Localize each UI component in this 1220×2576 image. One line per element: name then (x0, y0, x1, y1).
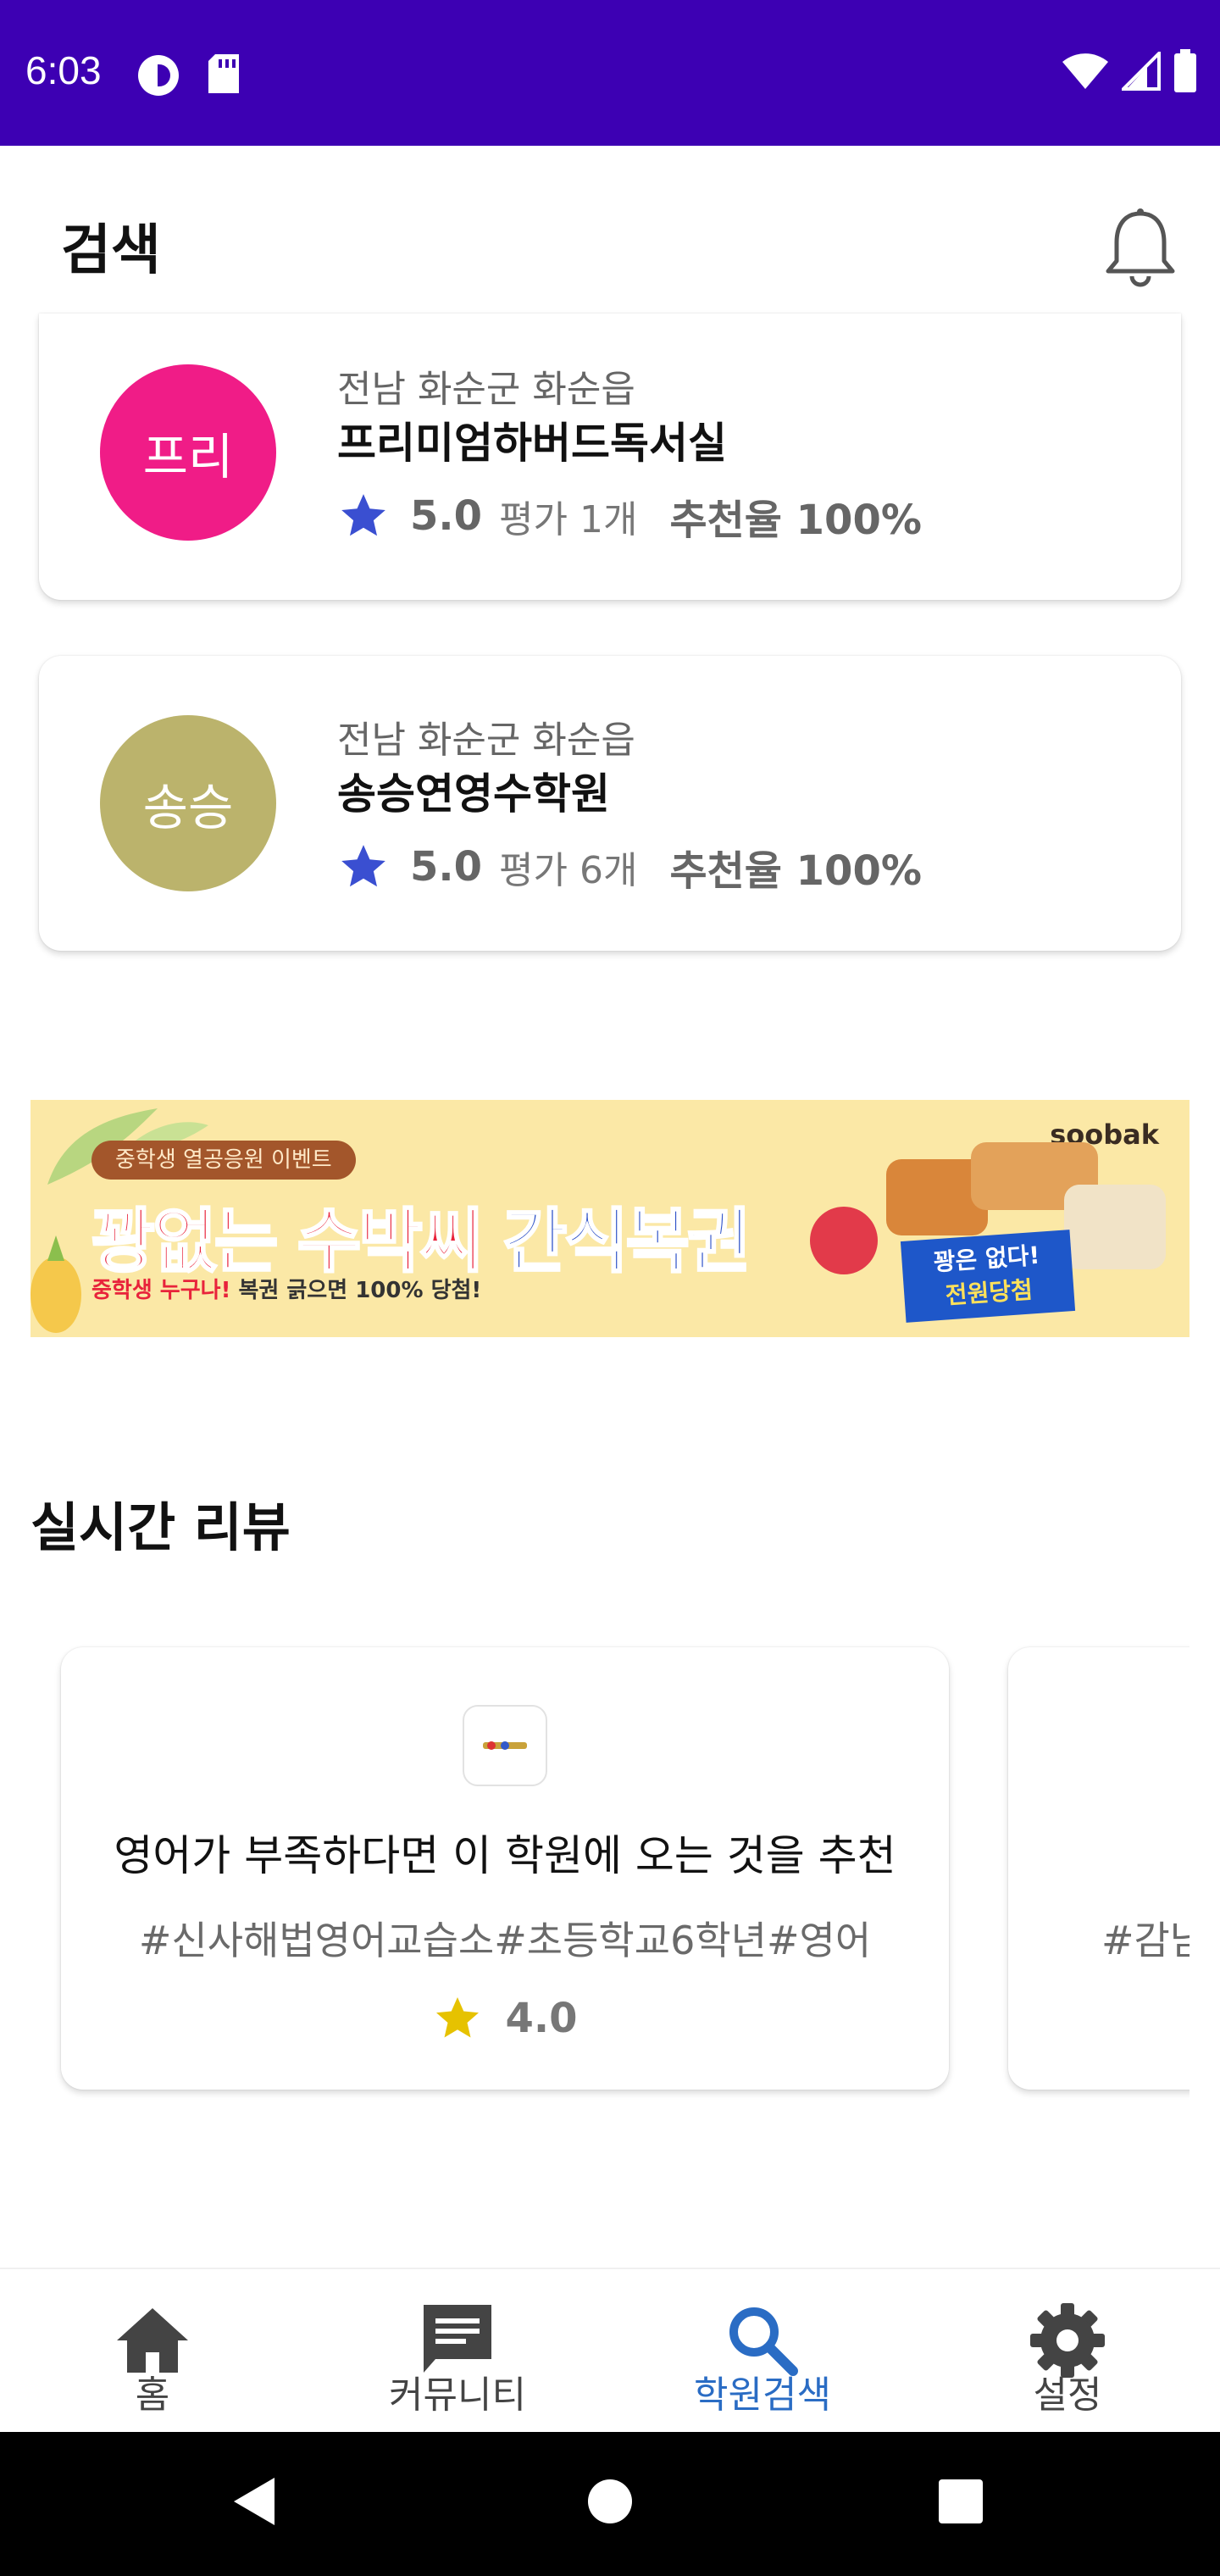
nav-label: 학원검색 (694, 2373, 831, 2417)
ad-banner[interactable]: 중학생 열공응원 이벤트 꽝없는 수박씨 간식복권 중학생 누구나! 복권 긁으… (30, 1100, 1190, 1337)
academy-avatar: 송승 (100, 715, 276, 891)
review-card[interactable]: #감남 (1008, 1647, 1190, 2090)
academy-avatar: 프리 (100, 364, 276, 541)
food-image (1064, 1185, 1166, 1269)
review-card[interactable]: 영어가 부족하다면 이 학원에 오는 것을 추천 #신사해법영어교습소#초등학교… (61, 1647, 949, 2090)
battery-icon (1173, 49, 1198, 97)
banner-stamp: 꽝은 없다! 전원당첨 (900, 1230, 1076, 1323)
banner-headline: 꽝없는 수박씨 간식복권 (90, 1185, 752, 1285)
academy-rating: 5.0 (410, 843, 483, 891)
status-bar: 6:03 (0, 0, 1220, 146)
nav-item-community[interactable]: 커뮤니티 (305, 2269, 610, 2434)
nav-item-settings[interactable]: 설정 (915, 2269, 1220, 2434)
data-saver-icon (136, 53, 181, 102)
academy-name: 프리미엄하버드독서실 (337, 419, 727, 468)
star-icon (341, 494, 385, 536)
academy-name: 송승연영수학원 (337, 769, 610, 819)
academy-region: 전남 화순군 화순읍 (337, 368, 635, 411)
academy-review-count: 평가 1개 (499, 498, 638, 541)
home-button-icon[interactable] (586, 2474, 634, 2529)
wifi-icon (1061, 52, 1110, 94)
academy-region: 전남 화순군 화순읍 (337, 719, 635, 762)
banner-subtext: 중학생 누구나! 복권 긁으면 100% 당첨! (92, 1273, 481, 1304)
review-text: 영어가 부족하다면 이 학원에 오는 것을 추천 (114, 1831, 896, 1880)
recents-icon[interactable] (937, 2474, 984, 2529)
status-icons (1061, 49, 1198, 97)
review-tags: #감남 (1101, 1918, 1190, 1963)
nav-label: 커뮤니티 (389, 2373, 526, 2417)
system-nav-bar (0, 2432, 1220, 2576)
back-icon[interactable] (229, 2474, 280, 2529)
banner-headline-blue: 간식복권 (502, 1201, 752, 1284)
academy-recommend-rate: 추천율 100% (669, 847, 922, 895)
academy-card[interactable]: 송승 전남 화순군 화순읍 송승연영수학원 5.0 평가 6개 추천율 100% (39, 656, 1181, 951)
status-time: 6:03 (25, 48, 102, 92)
bottom-nav: 홈 커뮤니티 학원검색 설정 (0, 2268, 1220, 2432)
academy-logo (463, 1705, 547, 1786)
academy-review-count: 평가 6개 (499, 849, 638, 892)
review-carousel[interactable]: 영어가 부족하다면 이 학원에 오는 것을 추천 #신사해법영어교습소#초등학교… (0, 1627, 1190, 2101)
signal-icon (1119, 49, 1161, 94)
star-icon (436, 1997, 480, 2038)
banner-subtext-highlight: 중학생 누구나! (92, 1278, 231, 1303)
nav-label: 설정 (1033, 2373, 1102, 2417)
nav-item-home[interactable]: 홈 (0, 2269, 305, 2434)
review-tags: #신사해법영어교습소#초등학교6학년#영어 (138, 1918, 872, 1963)
sd-card-icon (207, 53, 241, 98)
academy-recommend-rate: 추천율 100% (669, 497, 922, 544)
banner-badge: 중학생 열공응원 이벤트 (92, 1141, 356, 1180)
bell-icon[interactable] (1101, 205, 1179, 293)
pineapple-decoration (30, 1235, 81, 1333)
banner-headline-red: 꽝없는 수박씨 (90, 1201, 485, 1284)
academy-rating: 5.0 (410, 492, 483, 540)
nav-item-academy-search[interactable]: 학원검색 (610, 2269, 915, 2434)
nav-label: 홈 (135, 2373, 170, 2417)
academy-card[interactable]: 프리 전남 화순군 화순읍 프리미엄하버드독서실 5.0 평가 1개 추천율 1… (39, 314, 1181, 600)
review-rating: 4.0 (505, 1995, 578, 2042)
star-icon (341, 845, 385, 887)
banner-subtext-rest: 복권 긁으면 100% 당첨! (230, 1278, 482, 1303)
section-title-reviews: 실시간 리뷰 (30, 1496, 291, 1558)
coupon-icon (810, 1207, 878, 1274)
page-title: 검색 (61, 219, 161, 282)
